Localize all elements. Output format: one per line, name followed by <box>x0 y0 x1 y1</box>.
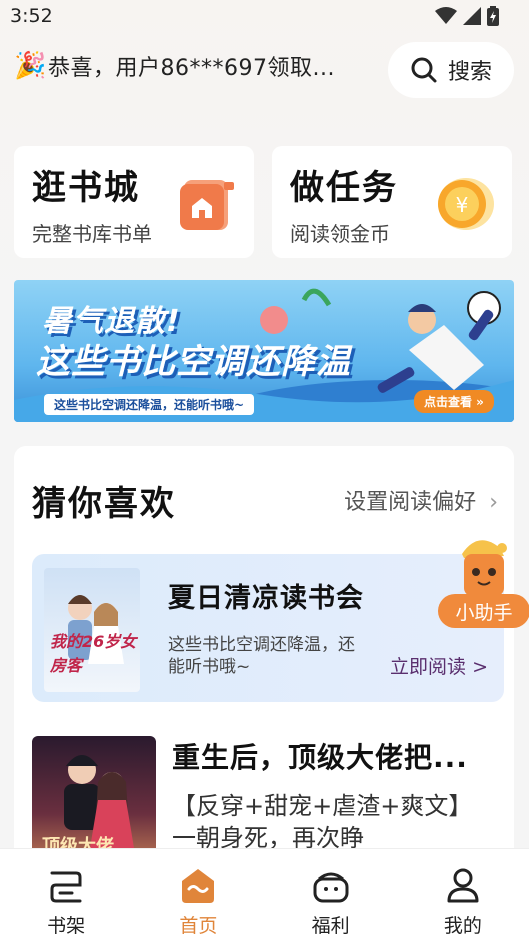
status-bar: 3:52 <box>0 0 529 32</box>
tab-label: 书架 <box>47 915 86 937</box>
tab-welfare[interactable]: 福利 <box>265 849 397 945</box>
book-title: 重生后，顶级大佬把... <box>172 741 468 774</box>
battery-icon <box>487 6 499 26</box>
task-card[interactable]: 做任务 阅读领金币 ¥ <box>272 146 512 258</box>
reward-notice: 🎉 恭喜，用户86***697领取... <box>14 50 335 82</box>
shop-icon <box>180 180 234 230</box>
tab-label: 我的 <box>443 915 482 937</box>
tab-profile[interactable]: 我的 <box>397 849 529 945</box>
recommend-heading: 猜你喜欢 <box>32 484 176 524</box>
home-icon <box>182 869 215 903</box>
card-title: 做任务 <box>290 168 398 208</box>
promo-book-cover: 我的26岁女房客 <box>44 568 140 692</box>
reading-preference-link[interactable]: 设置阅读偏好 › <box>344 484 498 516</box>
banner-title-line2: 这些书比空调还降温 <box>36 342 351 382</box>
bookstore-card[interactable]: 逛书城 完整书库书单 <box>14 146 254 258</box>
book-description: 【反穿+甜宠+虐渣+爽文】一朝身死，再次睁 <box>172 792 473 852</box>
recommend-panel: 猜你喜欢 设置阅读偏好 › 我的26岁女房客 夏日清凉读书会 这些书比空调还降温… <box>14 446 514 866</box>
tab-home[interactable]: 首页 <box>132 849 264 945</box>
assistant-label: 小助手 <box>438 594 529 628</box>
notice-text: 恭喜，用户86***697领取... <box>48 56 335 81</box>
party-popper-icon: 🎉 <box>14 51 47 81</box>
tab-label: 福利 <box>311 915 350 937</box>
gift-icon <box>313 872 349 903</box>
book-list-item[interactable]: 顶级大佬 重生后，顶级大佬把... 【反穿+甜宠+虐渣+爽文】一朝身死，再次睁 <box>32 734 504 866</box>
reading-club-card[interactable]: 我的26岁女房客 夏日清凉读书会 这些书比空调还降温，还能听书哦~ 立即阅读 > <box>32 554 504 702</box>
svg-text:¥: ¥ <box>456 193 469 217</box>
profile-icon <box>447 868 479 903</box>
signal-icon <box>463 7 481 25</box>
status-time: 3:52 <box>10 5 53 27</box>
banner-view-button[interactable]: 点击查看 » <box>414 390 494 413</box>
tab-bookshelf[interactable]: 书架 <box>0 849 132 945</box>
wifi-icon <box>435 7 457 24</box>
promo-description: 这些书比空调还降温，还能听书哦~ <box>168 635 355 677</box>
tab-label: 首页 <box>179 915 218 937</box>
status-icons <box>435 6 499 26</box>
card-title: 逛书城 <box>32 168 140 208</box>
chevron-right-icon: › <box>489 490 498 515</box>
card-subtitle: 阅读领金币 <box>290 222 390 246</box>
search-icon <box>411 57 437 83</box>
promo-title: 夏日清凉读书会 <box>168 583 364 614</box>
promo-cover-title: 我的26岁女房客 <box>50 632 137 675</box>
search-label: 搜索 <box>447 60 492 85</box>
banner-subtitle: 这些书比空调还降温，还能听书哦~ <box>44 394 255 415</box>
book-cover: 顶级大佬 <box>32 736 156 866</box>
search-button[interactable]: 搜索 <box>388 42 514 98</box>
bookshelf-icon <box>50 871 82 903</box>
summer-banner[interactable]: 暑气退散! 这些书比空调还降温 这些书比空调还降温，还能听书哦~ 点击查看 » <box>14 280 514 422</box>
card-subtitle: 完整书库书单 <box>32 222 152 246</box>
read-now-link[interactable]: 立即阅读 > <box>390 652 488 679</box>
bottom-tab-bar: 书架 首页 福利 我的 <box>0 848 529 945</box>
preference-label: 设置阅读偏好 <box>344 490 477 515</box>
coin-icon: ¥ <box>438 178 494 230</box>
